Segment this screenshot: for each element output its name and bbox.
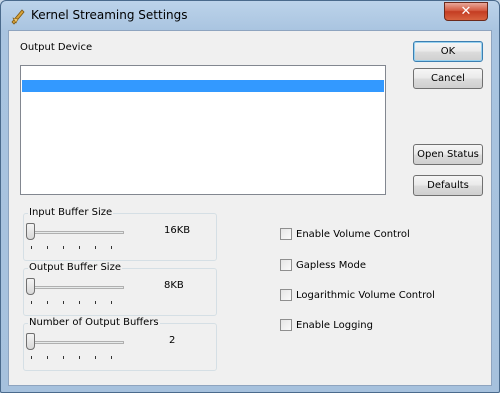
- checkbox-box[interactable]: [280, 319, 292, 331]
- num-output-buffers-label: Number of Output Buffers: [28, 317, 160, 328]
- settings-window: Kernel Streaming Settings ✕ Output Devic…: [0, 0, 500, 393]
- slider-tick: [47, 356, 48, 359]
- ok-button[interactable]: OK: [413, 41, 483, 62]
- slider-tick: [31, 246, 32, 249]
- slider-tick: [63, 301, 64, 304]
- checkbox-label: Gapless Mode: [296, 259, 366, 271]
- slider-tick: [79, 301, 80, 304]
- slider-tick: [47, 301, 48, 304]
- num-output-buffers-group: Number of Output Buffers 2: [23, 317, 217, 371]
- checkbox-label: Enable Volume Control: [296, 228, 410, 240]
- close-icon: ✕: [460, 4, 472, 19]
- checkbox-enable-volume-control[interactable]: Enable Volume Control: [280, 227, 410, 241]
- title-bar[interactable]: Kernel Streaming Settings ✕: [1, 1, 499, 31]
- output-buffer-slider-track[interactable]: [30, 286, 124, 289]
- checkbox-label: Logarithmic Volume Control: [296, 289, 435, 301]
- cancel-button[interactable]: Cancel: [413, 68, 483, 89]
- slider-tick: [95, 356, 96, 359]
- list-item-selected[interactable]: [22, 80, 384, 92]
- output-buffer-value: 8KB: [164, 280, 184, 291]
- window-title: Kernel Streaming Settings: [31, 8, 188, 22]
- music-note-icon: [9, 7, 27, 25]
- input-buffer-label: Input Buffer Size: [28, 207, 114, 218]
- slider-tick: [111, 356, 112, 359]
- open-status-button[interactable]: Open Status: [413, 144, 483, 165]
- input-buffer-group: Input Buffer Size 16KB: [23, 207, 217, 261]
- checkbox-box[interactable]: [280, 259, 292, 271]
- num-output-buffers-slider-thumb[interactable]: [26, 333, 35, 350]
- output-device-label: Output Device: [20, 42, 93, 53]
- input-buffer-slider-thumb[interactable]: [26, 223, 35, 240]
- checkbox-logarithmic-volume-control[interactable]: Logarithmic Volume Control: [280, 288, 435, 302]
- slider-tick: [95, 246, 96, 249]
- checkbox-enable-logging[interactable]: Enable Logging: [280, 318, 373, 332]
- output-buffer-label: Output Buffer Size: [28, 262, 122, 273]
- num-output-buffers-value: 2: [169, 335, 176, 346]
- input-buffer-slider-track[interactable]: [30, 231, 124, 234]
- slider-tick: [79, 246, 80, 249]
- input-buffer-value: 16KB: [164, 225, 191, 236]
- dialog-client-area: Output Device OK Cancel Open Status Defa…: [8, 30, 492, 386]
- checkbox-box[interactable]: [280, 289, 292, 301]
- slider-tick: [31, 356, 32, 359]
- slider-tick: [95, 301, 96, 304]
- output-device-list[interactable]: [20, 65, 386, 195]
- close-button[interactable]: ✕: [444, 2, 488, 21]
- checkbox-gapless-mode[interactable]: Gapless Mode: [280, 258, 366, 272]
- slider-tick: [63, 356, 64, 359]
- output-buffer-slider-thumb[interactable]: [26, 278, 35, 295]
- slider-tick: [79, 356, 80, 359]
- slider-tick: [111, 301, 112, 304]
- slider-tick: [111, 246, 112, 249]
- slider-tick: [63, 246, 64, 249]
- slider-tick: [31, 301, 32, 304]
- num-output-buffers-slider-track[interactable]: [30, 341, 124, 344]
- output-buffer-group: Output Buffer Size 8KB: [23, 262, 217, 316]
- checkbox-label: Enable Logging: [296, 319, 373, 331]
- defaults-button[interactable]: Defaults: [413, 175, 483, 196]
- slider-tick: [47, 246, 48, 249]
- checkbox-box[interactable]: [280, 228, 292, 240]
